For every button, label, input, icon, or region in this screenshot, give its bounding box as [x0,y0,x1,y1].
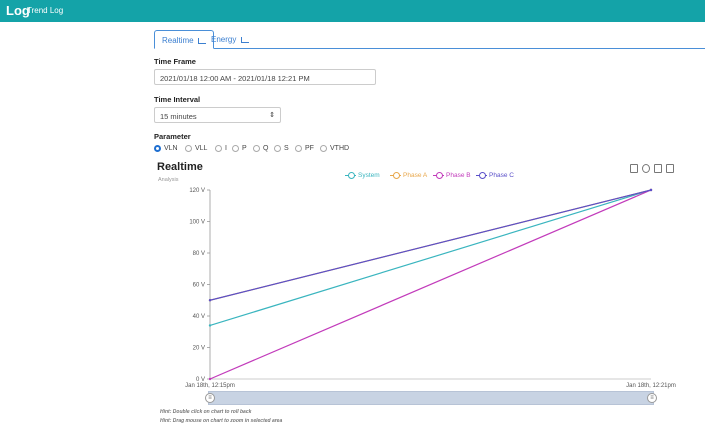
data-point [649,188,653,192]
data-point [208,324,212,327]
hint-rollback: Hint: Double click on chart to roll back [160,409,252,415]
zoom-handle-right[interactable]: ≡ [647,393,657,403]
x-tick-label: Jan 18th, 12:15pm [185,383,235,389]
y-tick-label: 100 V [189,220,205,226]
hint-zoom: Hint: Drag mouse on chart to zoom in sel… [160,418,283,424]
y-tick-label: 80 V [193,251,205,257]
series-line-phase-c [209,189,652,301]
y-tick-label: 20 V [193,346,205,352]
y-tick-label: 120 V [189,188,205,194]
data-zoom-slider[interactable] [208,391,654,405]
data-point [208,377,212,381]
data-point [208,299,212,302]
zoom-handle-left[interactable]: ≡ [205,393,215,403]
series-line-phase-b [209,189,652,380]
y-tick-label: 40 V [193,314,205,320]
x-tick-label: Jan 18th, 12:21pm [626,383,676,389]
y-tick-label: 60 V [193,283,205,289]
series-line-system [209,189,652,327]
line-chart[interactable]: 0 V20 V40 V60 V80 V100 V120 VJan 18th, 1… [0,0,705,424]
